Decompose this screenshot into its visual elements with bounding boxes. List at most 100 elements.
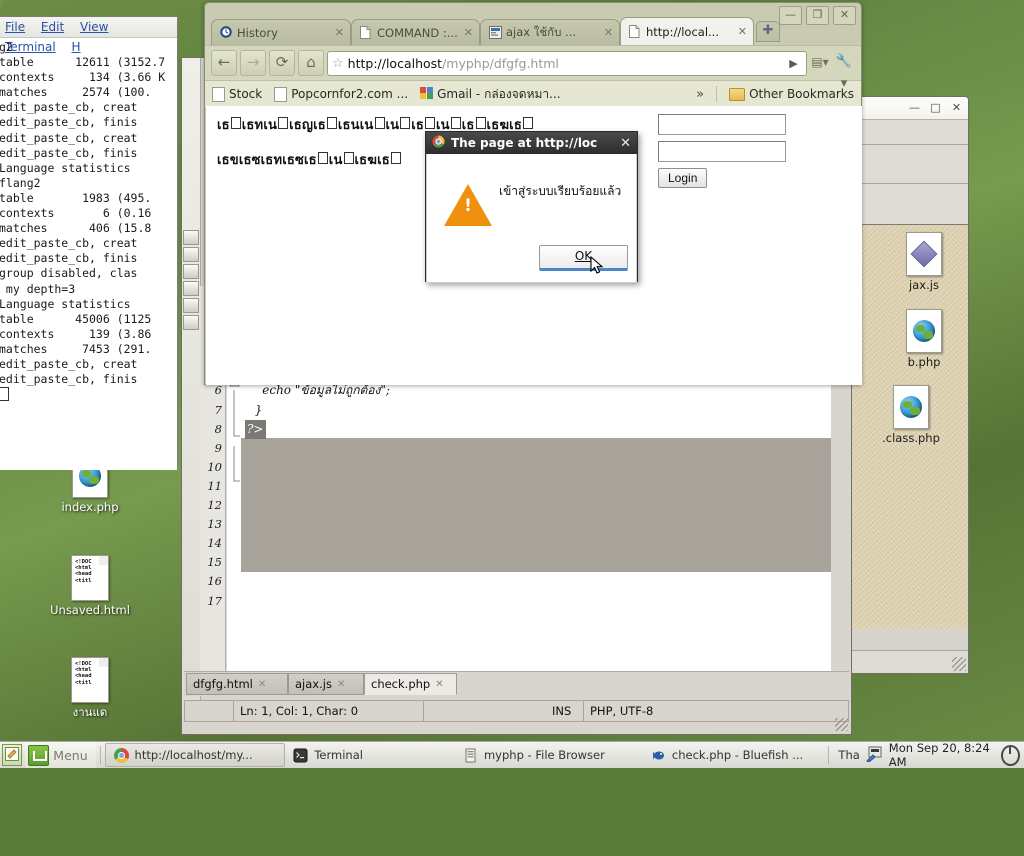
clock[interactable]: Mon Sep 20, 8:24 AM [889,741,995,769]
bookmark-gmail[interactable]: Gmail - กล่องจดหมา... [420,85,561,104]
close-icon[interactable]: ✕ [738,25,747,38]
file-item-label: jax.js [909,278,939,292]
mint-menu-button[interactable]: Menu [25,742,96,768]
file-browser-toolbar[interactable] [848,145,968,184]
bluefish-tab-dfgfg-html[interactable]: dfgfg.html ✕ [186,673,288,695]
file-browser-titlebar[interactable]: — □ ✕ [848,97,968,120]
close-icon[interactable]: ✕ [464,26,473,39]
maximize-icon[interactable]: ❐ [806,6,829,25]
status-blank [185,701,234,721]
line-number: 9 [214,440,222,455]
window-icon[interactable] [183,298,199,313]
browser-tab-ajax[interactable]: ajax ใช้กับ ... ✕ [480,19,620,45]
dialog-message: เข้าสู่ระบบเรียบร้อยแล้ว [499,184,622,198]
browser-tab-command[interactable]: COMMAND :... ✕ [351,19,480,45]
screen-icon[interactable] [183,281,199,296]
power-icon[interactable] [1001,744,1021,766]
menu-view[interactable]: View [80,17,108,37]
browser-tab-localhost[interactable]: http://local... ✕ [620,17,754,45]
bookmark-stock[interactable]: Stock [212,86,262,102]
close-icon[interactable]: ✕ [258,679,266,690]
file-item-b-php[interactable]: b.php [864,307,968,369]
home-button[interactable]: ⌂ [298,50,324,76]
browser-toolbar[interactable]: ← → ⟳ ⌂ ☆ http://localhost/myphp/dfgfg.h… [205,45,861,91]
code-line[interactable] [241,439,831,458]
desktop-icon-ngan-daet[interactable]: <!DOC <html <head <titl งานแด [42,655,138,719]
file-browser-window[interactable]: — □ ✕ jax.js b.php .class.php [847,96,969,674]
file-browser-menubar[interactable] [848,120,968,145]
system-tray[interactable]: Tha Mon Sep 20, 8:24 AM [824,741,1024,769]
menu-help[interactable]: H [72,37,81,57]
panel-icon[interactable] [183,315,199,330]
other-bookmarks-label: Other Bookmarks [749,87,854,101]
bookmarks-overflow-button[interactable]: » [696,87,704,102]
file-browser-icon-view[interactable]: jax.js b.php .class.php [848,225,968,629]
maximize-icon[interactable]: □ [929,102,942,115]
resize-grip[interactable] [952,657,966,671]
wrench-icon[interactable]: 🔧▾ [833,51,855,91]
ok-button[interactable]: OK [539,245,628,271]
file-browser-locationbar[interactable] [848,184,968,225]
username-input[interactable] [658,114,786,135]
terminal-menubar[interactable]: File Edit View Terminal H [0,17,177,54]
address-bar[interactable]: ☆ http://localhost/myphp/dfgfg.html ▶ [327,50,807,76]
close-icon[interactable]: ✕ [604,26,613,39]
minimize-icon[interactable]: — [779,6,802,25]
code-line[interactable]: } [241,401,831,420]
browser-tabstrip[interactable]: — ❐ ✕ History ✕ COMMAND :... ✕ ajax ใช้ก… [205,3,861,45]
terminal-window[interactable]: File Edit View Terminal H g2 table 12611… [0,16,178,470]
login-button[interactable]: Login [658,168,708,188]
javascript-alert-dialog[interactable]: The page at http://loc ✕ เข้าสู่ระบบเรีย… [425,131,638,283]
desktop-icon-label: index.php [61,500,119,514]
forward-button[interactable]: → [240,50,266,76]
code-line-php-close[interactable]: ?> [245,419,266,439]
bookmark-popcornfor2[interactable]: Popcornfor2.com ... [274,86,408,102]
taskbar-item-bluefish[interactable]: check.php - Bluefish ... [643,744,824,766]
browser-tab-history[interactable]: History ✕ [211,19,351,45]
save-file-icon[interactable] [183,247,199,262]
tab-label: History [237,25,278,40]
window-controls[interactable]: — ❐ ✕ [779,6,856,25]
resize-grip[interactable] [835,718,848,731]
close-icon[interactable]: ✕ [335,26,344,39]
terminal-output[interactable]: g2 table 12611 (3152.7 contexts 134 (3.6… [0,38,177,470]
close-icon[interactable]: ✕ [337,679,345,690]
new-tab-button[interactable]: ✚ [756,21,780,42]
back-button[interactable]: ← [211,50,237,76]
reload-button[interactable]: ⟳ [269,50,295,76]
line-number: 8 [214,421,222,436]
page-menu-icon[interactable]: ▤▾ [810,51,830,75]
open-file-icon[interactable] [183,230,199,245]
file-item-ajax-js[interactable]: jax.js [864,230,968,292]
bookmarks-bar[interactable]: Stock Popcornfor2.com ... Gmail - กล่องจ… [205,80,861,107]
menu-edit[interactable]: Edit [41,17,64,37]
password-input[interactable] [658,141,786,162]
taskbar[interactable]: Menu http://localhost/my... Terminal myp… [0,741,1024,769]
keyboard-layout-indicator[interactable]: Tha [838,748,859,762]
menu-file[interactable]: File [5,17,25,37]
taskbar-item-terminal[interactable]: Terminal [285,744,455,766]
close-icon[interactable]: ✕ [435,679,443,690]
minimize-icon[interactable]: — [908,102,921,115]
close-icon[interactable]: ✕ [620,136,631,151]
taskbar-item-chrome[interactable]: http://localhost/my... [104,743,286,767]
close-icon[interactable]: ✕ [950,102,963,115]
close-icon[interactable]: ✕ [833,6,856,25]
taskbar-item-file-browser[interactable]: myphp - File Browser [455,744,643,766]
login-form[interactable]: Login [658,114,786,188]
other-bookmarks-folder[interactable]: Other Bookmarks [729,87,854,101]
file-item-class-php[interactable]: .class.php [851,383,968,445]
show-desktop-icon[interactable] [2,744,23,766]
desktop-icon-label: Unsaved.html [50,603,130,617]
go-button[interactable]: ▶ [785,53,802,74]
bluefish-side-toolbar[interactable] [182,58,201,718]
bluefish-tab-check-php[interactable]: check.php ✕ [364,673,457,695]
bluefish-document-tabs[interactable]: dfgfg.html ✕ ajax.js ✕ check.php ✕ [184,671,849,696]
preview-icon[interactable] [183,264,199,279]
file-item-label: .class.php [882,431,940,445]
bookmark-star-icon[interactable]: ☆ [332,56,344,71]
bluefish-tab-ajax-js[interactable]: ajax.js ✕ [288,673,364,695]
desktop-icon-unsaved-html[interactable]: <!DOC <html <head <titl Unsaved.html [42,553,138,617]
dialog-titlebar[interactable]: The page at http://loc ✕ [426,132,637,154]
input-method-icon[interactable] [865,746,883,765]
